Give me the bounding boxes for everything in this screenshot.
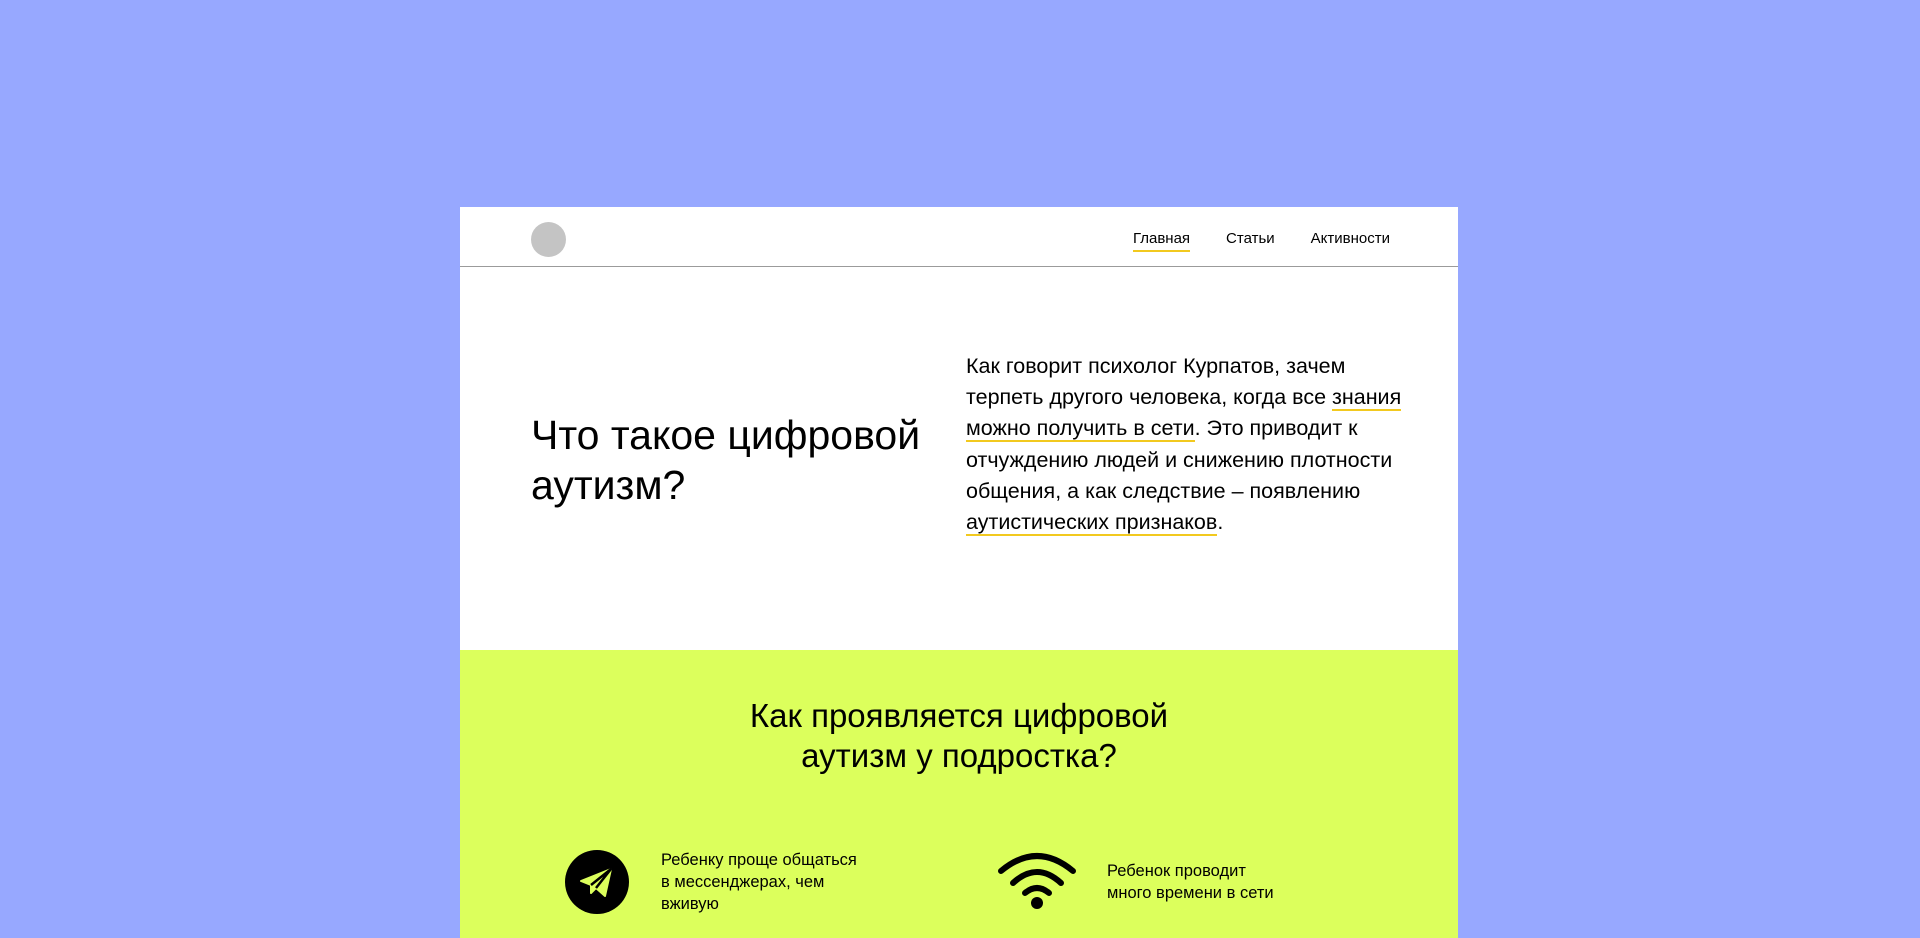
logo[interactable]	[531, 222, 566, 257]
symptoms-heading: Как проявляется цифровой аутизм у подрост…	[749, 697, 1169, 774]
symptom-item-online-time: Ребенок проводит много времени в сети	[997, 849, 1307, 914]
nav-link-activities[interactable]: Активности	[1311, 229, 1390, 252]
nav-link-articles[interactable]: Статьи	[1226, 229, 1275, 252]
intro-heading: Что такое цифровой аутизм?	[531, 412, 921, 508]
symptoms-section: Как проявляется цифровой аутизм у подрост…	[460, 650, 1458, 938]
intro-text-part: Как говорит психолог Курпатов, зачем тер…	[966, 354, 1346, 410]
intro-text-part: .	[1217, 510, 1224, 535]
main-nav: Главная Статьи Активности	[1132, 229, 1390, 252]
intro-link-autistic-signs[interactable]: аутистических признаков	[966, 510, 1218, 537]
site-header: Главная Статьи Активности	[460, 207, 1458, 267]
nav-link-home[interactable]: Главная	[1132, 229, 1191, 252]
intro-paragraph: Как говорит психолог Курпатов, зачем тер…	[966, 351, 1406, 538]
wifi-icon	[997, 849, 1077, 914]
site-page: Главная Статьи Активности Что такое цифр…	[460, 207, 1458, 938]
symptom-text: Ребенок проводит много времени в сети	[1107, 861, 1274, 902]
symptom-text: Ребенку проще общаться в мессенджерах, ч…	[661, 851, 857, 913]
telegram-icon	[565, 850, 629, 914]
symptom-item-messengers: Ребенку проще общаться в мессенджерах, ч…	[565, 849, 881, 915]
